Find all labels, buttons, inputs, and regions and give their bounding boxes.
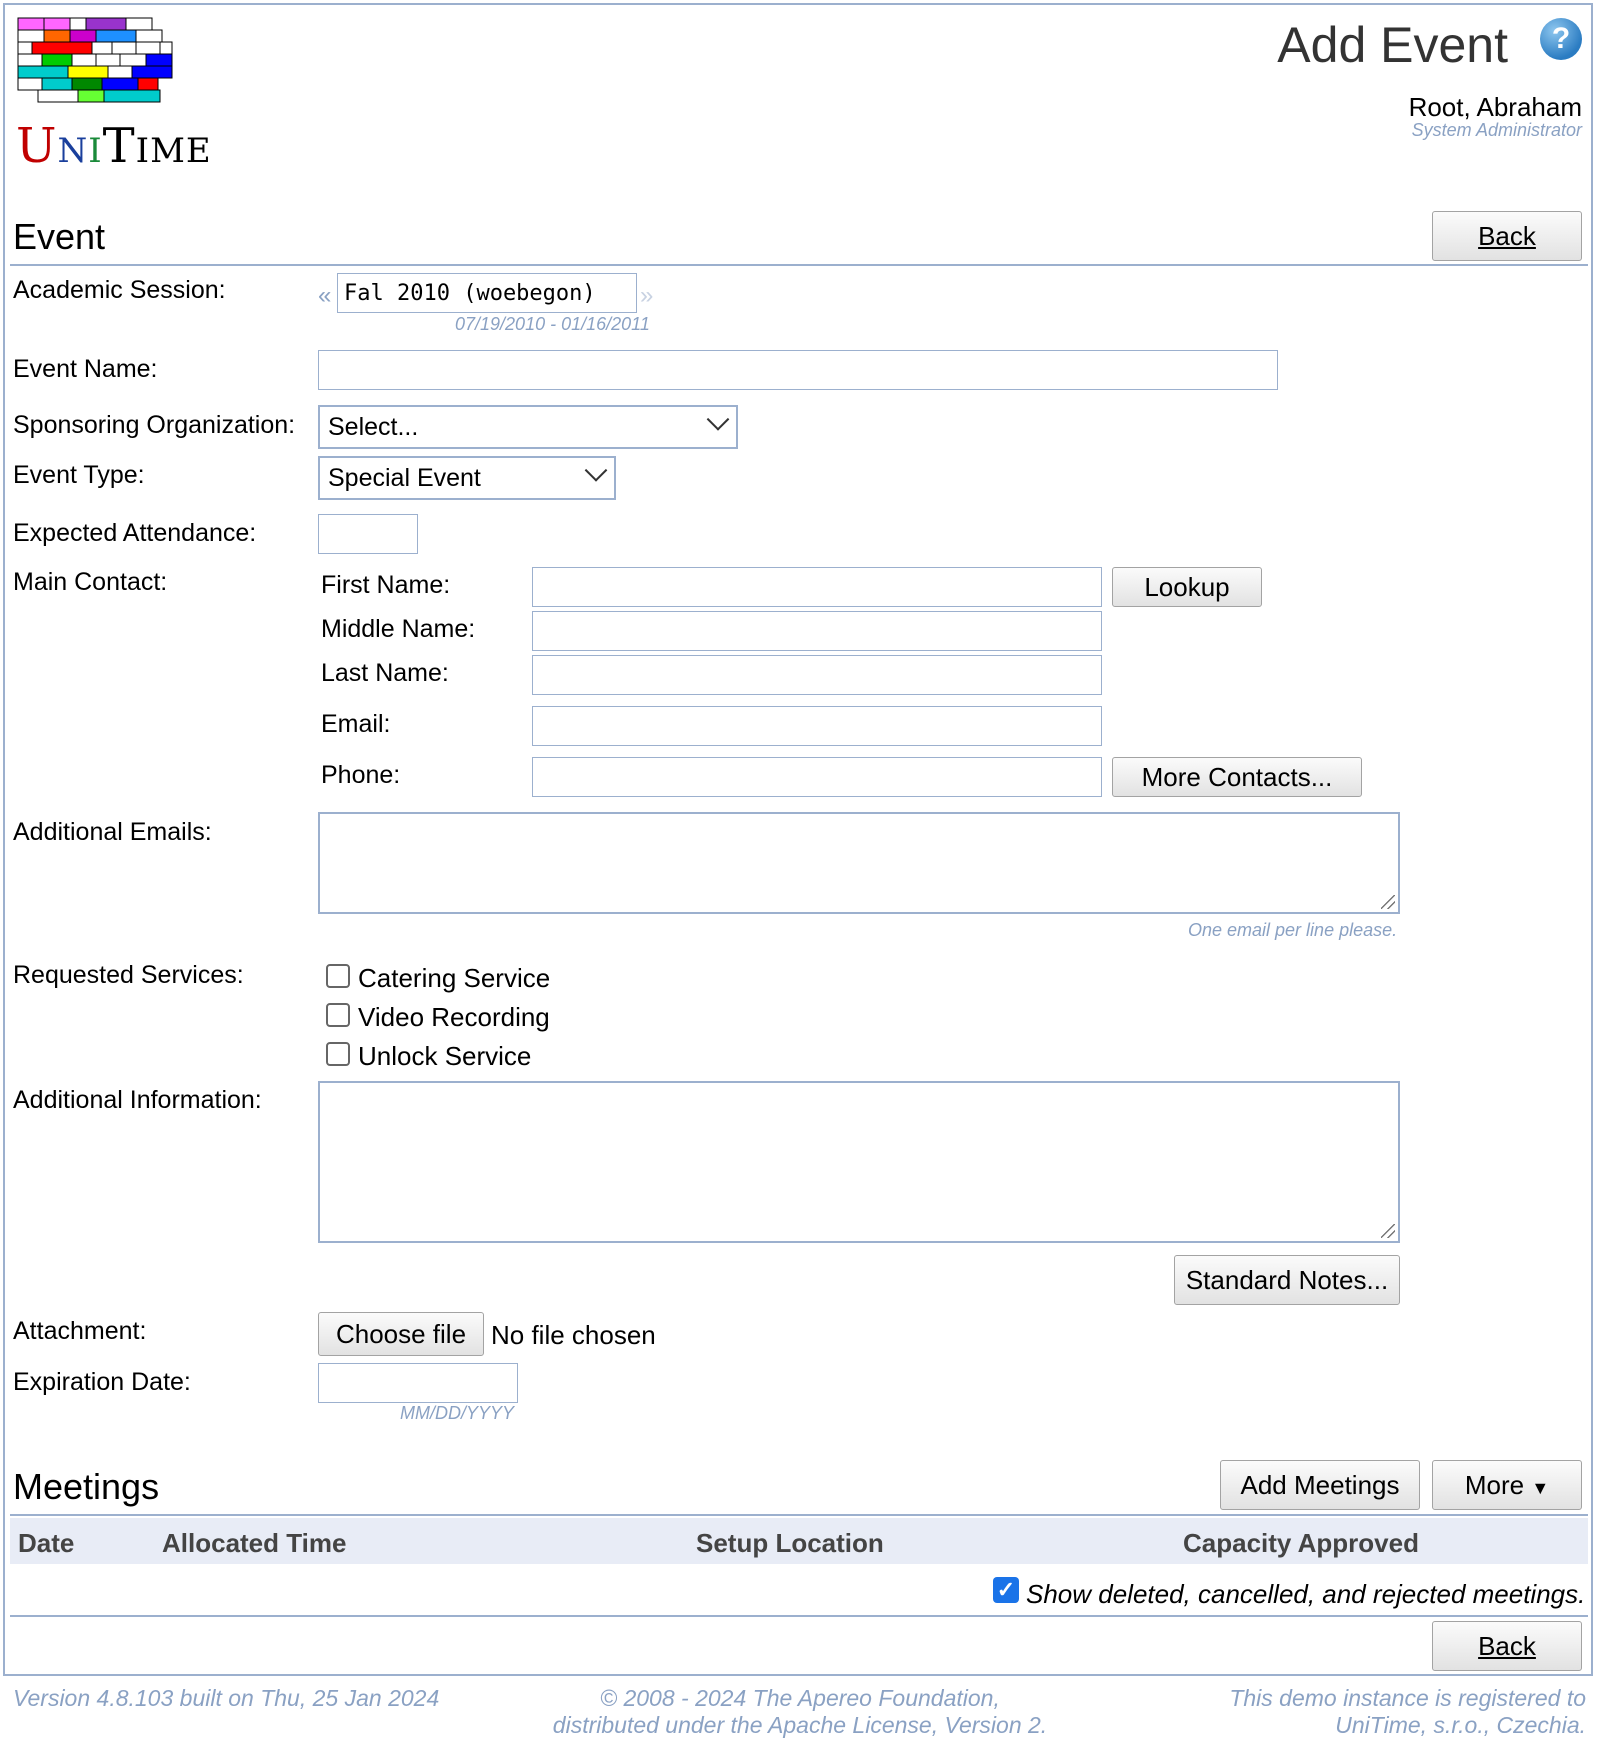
middle-name-input[interactable] (532, 611, 1102, 651)
catering-service-label: Catering Service (358, 963, 551, 993)
email-label: Email: (321, 710, 391, 738)
event-type-value: Special Event (328, 464, 481, 492)
last-name-label: Last Name: (321, 659, 449, 687)
last-name-input[interactable] (532, 655, 1102, 695)
unlock-service-checkbox[interactable] (326, 1042, 350, 1066)
video-recording-label: Video Recording (358, 1002, 550, 1032)
show-deleted-label: Show deleted, cancelled, and rejected me… (1026, 1579, 1586, 1609)
footer-copyright: © 2008 - 2024 The Apereo Foundation, dis… (540, 1685, 1060, 1739)
more-contacts-button-label: More Contacts... (1141, 762, 1333, 792)
additional-emails-textarea[interactable] (318, 812, 1400, 914)
event-section-title: Event (13, 216, 106, 257)
lookup-button-label: Lookup (1144, 572, 1230, 602)
back-button-top-label: Back (1478, 221, 1536, 251)
bottom-divider (10, 1615, 1588, 1617)
column-header-capacity-approved: Capacity Approved (1183, 1528, 1419, 1558)
more-menu-button[interactable]: More ▼ (1432, 1460, 1582, 1510)
middle-name-label: Middle Name: (321, 615, 476, 643)
video-recording-checkbox[interactable] (326, 1003, 350, 1027)
footer-copyright-line2: distributed under the Apache License, Ve… (552, 1712, 1048, 1738)
back-button-top[interactable]: Back (1432, 211, 1582, 261)
requested-services-label: Requested Services: (13, 961, 244, 989)
catering-service-checkbox[interactable] (326, 964, 350, 988)
user-role: System Administrator (1411, 120, 1582, 140)
add-meetings-button[interactable]: Add Meetings (1220, 1460, 1420, 1510)
email-input[interactable] (532, 706, 1102, 746)
sponsoring-org-label: Sponsoring Organization: (13, 411, 296, 439)
help-icon[interactable]: ? (1540, 18, 1582, 60)
chevron-down-icon (706, 408, 730, 431)
additional-emails-label: Additional Emails: (13, 818, 212, 846)
academic-session-selector[interactable]: Fal 2010 (woebegon) (337, 273, 637, 313)
footer-registration-line2: UniTime, s.r.o., Czechia. (1335, 1712, 1586, 1738)
no-file-chosen-text: No file chosen (491, 1320, 656, 1350)
expected-attendance-label: Expected Attendance: (13, 519, 257, 547)
user-name: Root, Abraham (1408, 92, 1582, 122)
page-title: Add Event (1277, 17, 1508, 73)
event-name-label: Event Name: (13, 355, 158, 383)
resize-grip-icon[interactable] (1381, 1224, 1395, 1238)
column-header-date: Date (18, 1528, 75, 1558)
footer-registration: This demo instance is registered to UniT… (1229, 1685, 1586, 1739)
academic-session-dates: 07/19/2010 - 01/16/2011 (455, 314, 650, 334)
event-type-select[interactable]: Special Event (318, 456, 616, 500)
standard-notes-button-label: Standard Notes... (1185, 1265, 1389, 1295)
first-name-label: First Name: (321, 571, 451, 599)
meetings-section-title: Meetings (13, 1466, 160, 1507)
more-contacts-button[interactable]: More Contacts... (1112, 757, 1362, 797)
column-header-setup-location: Setup Location (696, 1528, 884, 1558)
more-menu-button-label: More (1464, 1470, 1525, 1500)
choose-file-button-label: Choose file (335, 1319, 467, 1349)
unitime-logo-grid (16, 16, 174, 110)
event-type-label: Event Type: (13, 461, 145, 489)
additional-info-label: Additional Information: (13, 1086, 262, 1114)
resize-grip-icon[interactable] (1381, 895, 1395, 909)
next-session-arrow[interactable]: » (640, 282, 653, 310)
back-button-bottom[interactable]: Back (1432, 1621, 1582, 1671)
unitime-logo-text: UNITIME (16, 118, 212, 174)
footer-registration-line1: This demo instance is registered to (1229, 1685, 1586, 1711)
phone-input[interactable] (532, 757, 1102, 797)
expected-attendance-input[interactable] (318, 514, 418, 554)
lookup-button[interactable]: Lookup (1112, 567, 1262, 607)
academic-session-label: Academic Session: (13, 276, 226, 304)
first-name-input[interactable] (532, 567, 1102, 607)
main-contact-label: Main Contact: (13, 568, 168, 596)
sponsoring-org-value: Select... (328, 413, 419, 441)
footer-copyright-line1: © 2008 - 2024 The Apereo Foundation, (600, 1685, 1000, 1711)
unlock-service-label: Unlock Service (358, 1041, 532, 1071)
back-button-bottom-label: Back (1478, 1631, 1536, 1661)
meetings-divider (10, 1514, 1588, 1516)
prev-session-arrow[interactable]: « (318, 282, 331, 310)
show-deleted-checkbox[interactable]: ✓ (993, 1577, 1019, 1603)
column-header-allocated-time: Allocated Time (162, 1528, 347, 1558)
standard-notes-button[interactable]: Standard Notes... (1174, 1255, 1400, 1305)
event-name-input[interactable] (318, 350, 1278, 390)
expiration-date-label: Expiration Date: (13, 1368, 191, 1396)
sponsoring-org-select[interactable]: Select... (318, 405, 738, 449)
expiration-date-hint: MM/DD/YYYY (400, 1403, 515, 1423)
additional-info-textarea[interactable] (318, 1081, 1400, 1243)
add-meetings-button-label: Add Meetings (1240, 1470, 1400, 1500)
chevron-down-icon (584, 459, 608, 482)
event-divider (10, 264, 1588, 266)
choose-file-button[interactable]: Choose file (318, 1312, 484, 1356)
additional-emails-hint: One email per line please. (1188, 920, 1398, 940)
expiration-date-input[interactable] (318, 1363, 518, 1403)
meetings-table-header: Date Allocated Time Setup Location Capac… (10, 1518, 1588, 1564)
dropdown-arrow-icon: ▼ (1531, 1478, 1550, 1498)
footer-version: Version 4.8.103 built on Thu, 25 Jan 202… (13, 1685, 440, 1711)
phone-label: Phone: (321, 761, 401, 789)
attachment-label: Attachment: (13, 1317, 147, 1345)
